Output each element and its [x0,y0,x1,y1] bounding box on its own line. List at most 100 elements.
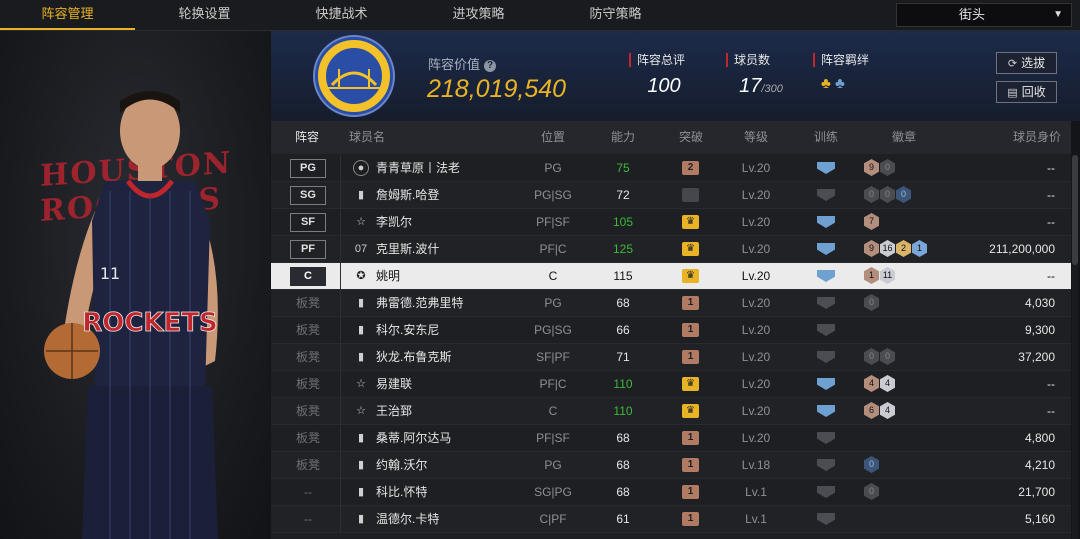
starter-slot-tag[interactable]: SF [290,213,326,232]
col-level[interactable]: 等级 [731,121,781,154]
badge-icon[interactable]: 0 [896,186,911,203]
badge-icon[interactable]: 4 [880,402,895,419]
training-shield-icon[interactable] [817,459,835,471]
starter-slot-tag[interactable]: SG [290,186,326,205]
col-name[interactable]: 球员名 [349,121,399,154]
breakthrough-icon[interactable]: 1 [682,323,699,337]
breakthrough-icon[interactable]: ♛ [682,404,699,418]
player-name[interactable]: 狄龙.布鲁克斯 [376,344,451,370]
col-ability[interactable]: 能力 [598,121,648,154]
player-name[interactable]: 姚明 [376,263,400,289]
player-name[interactable]: 易建联 [376,371,412,397]
badge-icon[interactable]: 4 [880,375,895,392]
breakthrough-icon[interactable]: 1 [682,350,699,364]
player-name[interactable]: 克里斯.波什 [376,236,439,262]
breakthrough-icon[interactable]: 1 [682,512,699,526]
recycle-button[interactable]: ▤ 回收 [996,81,1057,103]
training-shield-icon[interactable] [817,432,835,444]
training-shield-icon[interactable] [817,351,835,363]
badge-icon[interactable]: 0 [864,294,879,311]
breakthrough-icon[interactable]: 2 [682,161,699,175]
breakthrough-icon[interactable]: 1 [682,296,699,310]
lineup-bonds[interactable]: 阵容羁绊 ♣ ♣ [813,53,893,92]
table-row[interactable]: PG ● 青青草原丨法老 PG 75 2 Lv.20 9 0 -- [271,155,1071,182]
select-button[interactable]: ⟳ 选拔 [996,52,1057,74]
badge-icon[interactable]: 9 [864,159,879,176]
table-row[interactable]: PF 07 克里斯.波什 PF|C 125 ♛ Lv.20 9 16 2 1 211,200,000 [271,236,1071,263]
player-name[interactable]: 温德尔.卡特 [376,506,439,532]
breakthrough-icon[interactable]: ♛ [682,269,699,283]
breakthrough-icon[interactable]: ♛ [682,377,699,391]
badge-icon[interactable]: 11 [880,267,895,284]
player-name[interactable]: 科比.怀特 [376,479,427,505]
badge-icon[interactable]: 0 [864,186,879,203]
badge-icon[interactable]: 0 [880,348,895,365]
starter-slot-tag[interactable]: PG [290,159,326,178]
training-shield-icon[interactable] [817,378,835,390]
tab-lineup[interactable]: 阵容管理 [0,0,135,30]
training-shield-icon[interactable] [817,270,835,282]
training-shield-icon[interactable] [817,513,835,525]
tab-defense[interactable]: 防守策略 [548,0,683,28]
training-shield-icon[interactable] [817,216,835,228]
table-row[interactable]: -- ▮ 科比.怀特 SG|PG 68 1 Lv.1 0 21,700 [271,479,1071,506]
tab-rotation[interactable]: 轮换设置 [137,0,272,28]
table-row[interactable]: 板凳 ▮ 科尔.安东尼 PG|SG 66 1 Lv.20 9,300 [271,317,1071,344]
badge-icon[interactable]: 1 [864,267,879,284]
col-value[interactable]: 球员身价 [991,121,1061,154]
help-icon[interactable]: ? [484,60,497,72]
player-name[interactable]: 李凯尔 [376,209,412,235]
table-row[interactable]: 板凳 ▮ 约翰.沃尔 PG 68 1 Lv.18 0 4,210 [271,452,1071,479]
player-name[interactable]: 桑蒂.阿尔达马 [376,425,451,451]
badge-icon[interactable]: 4 [864,375,879,392]
player-name[interactable]: 詹姆斯.哈登 [376,182,439,208]
badge-icon[interactable]: 16 [880,240,895,257]
table-row[interactable]: C ✪ 姚明 C 115 ♛ Lv.20 1 11 -- [271,263,1071,290]
badge-icon[interactable]: 0 [880,159,895,176]
breakthrough-icon[interactable]: ♛ [682,215,699,229]
badge-icon[interactable]: 6 [864,402,879,419]
badge-icon[interactable]: 0 [880,186,895,203]
starter-slot-tag[interactable]: PF [290,240,326,259]
col-breakthrough[interactable]: 突破 [666,121,716,154]
table-row[interactable]: 板凳 ☆ 王治郅 C 110 ♛ Lv.20 6 4 -- [271,398,1071,425]
tab-quick-tactics[interactable]: 快捷战术 [274,0,409,28]
mode-select[interactable]: 街头 ▼ [896,3,1072,27]
table-row[interactable]: SG ▮ 詹姆斯.哈登 PG|SG 72 Lv.20 0 0 0 -- [271,182,1071,209]
table-row[interactable]: SF ☆ 李凯尔 PF|SF 105 ♛ Lv.20 7 -- [271,209,1071,236]
col-slot[interactable]: 阵容 [281,121,333,154]
breakthrough-icon[interactable]: ♛ [682,242,699,256]
table-scrollbar[interactable] [1072,155,1078,539]
player-name[interactable]: 青青草原丨法老 [376,155,460,181]
breakthrough-icon[interactable] [682,188,699,202]
scrollbar-thumb[interactable] [1072,155,1078,265]
breakthrough-icon[interactable]: 1 [682,458,699,472]
player-name[interactable]: 王治郅 [376,398,412,424]
badge-icon[interactable]: 2 [896,240,911,257]
tab-offense[interactable]: 进攻策略 [411,0,546,28]
badge-icon[interactable]: 7 [864,213,879,230]
breakthrough-icon[interactable]: 1 [682,431,699,445]
training-shield-icon[interactable] [817,297,835,309]
training-shield-icon[interactable] [817,486,835,498]
player-name[interactable]: 弗雷德.范弗里特 [376,290,463,316]
training-shield-icon[interactable] [817,189,835,201]
badge-icon[interactable]: 0 [864,483,879,500]
player-name[interactable]: 科尔.安东尼 [376,317,439,343]
table-row[interactable]: 板凳 ▮ 狄龙.布鲁克斯 SF|PF 71 1 Lv.20 0 0 37,200 [271,344,1071,371]
table-row[interactable]: 板凳 ☆ 易建联 PF|C 110 ♛ Lv.20 4 4 -- [271,371,1071,398]
training-shield-icon[interactable] [817,324,835,336]
training-shield-icon[interactable] [817,243,835,255]
training-shield-icon[interactable] [817,405,835,417]
breakthrough-icon[interactable]: 1 [682,485,699,499]
col-badges[interactable]: 徽章 [879,121,929,154]
table-row[interactable]: -- ▮ 温德尔.卡特 C|PF 61 1 Lv.1 5,160 [271,506,1071,533]
badge-icon[interactable]: 0 [864,348,879,365]
badge-icon[interactable]: 0 [864,456,879,473]
table-row[interactable]: 板凳 ▮ 桑蒂.阿尔达马 PF|SF 68 1 Lv.20 4,800 [271,425,1071,452]
badge-icon[interactable]: 9 [864,240,879,257]
starter-slot-tag[interactable]: C [290,267,326,286]
player-name[interactable]: 约翰.沃尔 [376,452,427,478]
training-shield-icon[interactable] [817,162,835,174]
col-training[interactable]: 训练 [801,121,851,154]
